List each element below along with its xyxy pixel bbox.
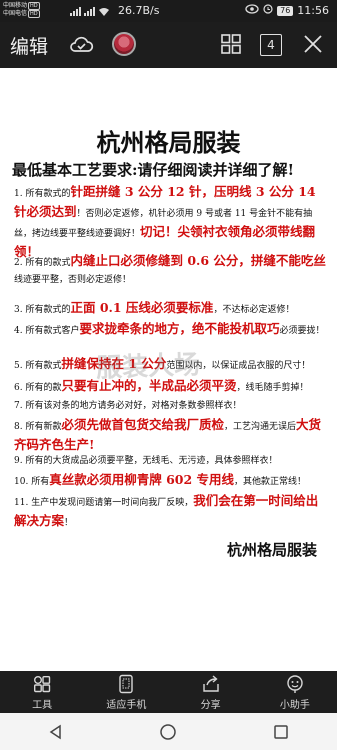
item-text: 生产中发现问题请第一时间向我厂反映，	[31, 498, 194, 508]
item-number: 3.	[14, 305, 23, 315]
carrier-1: 中国移动	[3, 2, 28, 9]
item-text: 所有该对条的地方请务必对好，对格对条数参照样衣！	[25, 401, 242, 411]
eye-icon	[245, 4, 259, 17]
cloud-sync-icon[interactable]	[68, 32, 94, 58]
fit-phone-icon	[119, 674, 134, 693]
requirement-item: 11. 生产中发现问题请第一时间向我厂反映，我们会在第一时间给出解决方案！	[14, 492, 328, 532]
item-text: 所有款式客户	[25, 326, 80, 336]
home-icon[interactable]	[148, 719, 188, 745]
toolbar-label: 分享	[200, 699, 221, 711]
hd-badge: HD	[28, 2, 40, 10]
item-text: 所有的款	[25, 383, 62, 393]
toolbar-label: 适应手机	[106, 699, 147, 711]
item-number: 11.	[14, 498, 29, 508]
signal-icon	[70, 6, 110, 18]
requirement-item: 6. 所有的款只要有止冲的，半成品必须平烫，线毛随手剪掉！	[14, 377, 328, 397]
item-text: 所有的款式	[25, 258, 71, 268]
page-number: 4	[267, 38, 275, 52]
item-text: 范围以内，以保证成品衣服的尺寸！	[166, 361, 311, 371]
item-text: 所有款式	[25, 361, 62, 371]
assistant-icon	[287, 674, 303, 693]
requirement-item: 10. 所有真丝款必须用柳青牌 602 专用线，其他款正常线！	[14, 471, 328, 491]
item-emphasis: 拼缝保持在 1 公分	[61, 356, 167, 371]
share-icon	[202, 674, 219, 692]
requirement-item: 9. 所有的大货成品必须要平整，无线毛、无污迹，具体参照样衣！	[14, 453, 328, 470]
item-text: ，其他款正常线！	[234, 477, 307, 487]
requirement-item: 7. 所有该对条的地方请务必对好，对格对条数参照样衣！	[14, 398, 328, 415]
system-nav-bar	[0, 713, 337, 750]
item-text: 必须要拢！	[279, 326, 325, 336]
network-speed: 26.7B/s	[118, 4, 160, 17]
item-text: ！	[64, 518, 74, 528]
item-text: 所有的大货成品必须要平整，无线毛、无污迹，具体参照样衣！	[25, 456, 278, 466]
item-number: 7.	[14, 401, 23, 411]
grid-view-icon[interactable]	[219, 32, 245, 58]
item-text: ，线毛随手剪掉！	[236, 383, 309, 393]
item-number: 5.	[14, 361, 23, 371]
requirement-item: 1. 所有款式的针距拼缝 3 公分 12 针，压明线 3 公分 14 针必须达到…	[14, 183, 328, 263]
assistant-button[interactable]: 小助手	[253, 671, 337, 713]
requirement-item: 3. 所有款式的正面 0.1 压线必须要标准，不达标必定返修！	[14, 299, 328, 319]
requirement-item: 5. 所有款式拼缝保持在 1 公分范围以内，以保证成品衣服的尺寸！	[14, 355, 328, 375]
battery-indicator: 76	[277, 5, 294, 16]
item-number: 4.	[14, 326, 23, 336]
item-number: 8.	[14, 422, 23, 432]
edit-button[interactable]: 编辑	[10, 32, 48, 59]
back-icon[interactable]	[36, 719, 76, 745]
tools-button[interactable]: 工具	[0, 671, 84, 713]
item-text: 所有款式的	[25, 305, 71, 315]
toolbar-label: 小助手	[279, 699, 310, 711]
user-avatar[interactable]	[112, 32, 136, 56]
document-footer: 杭州格局服装	[226, 541, 317, 559]
item-number: 9.	[14, 456, 23, 466]
document-subtitle: 最低基本工艺要求:请仔细阅读并详细了解!	[12, 161, 295, 179]
fit-phone-button[interactable]: 适应手机	[84, 671, 168, 713]
item-number: 1.	[14, 189, 23, 199]
bottom-toolbar: 工具 适应手机 分享 小助手	[0, 671, 337, 713]
item-text: ，不达标必定返修！	[213, 305, 295, 315]
item-emphasis: 真丝款必须用柳青牌 602 专用线	[49, 472, 235, 487]
item-emphasis: 要求拢牵条的地方，绝不能投机取巧	[79, 321, 280, 336]
document-viewport[interactable]: 杭州格局服装 最低基本工艺要求:请仔细阅读并详细了解! 1. 所有款式的针距拼缝…	[0, 68, 337, 671]
item-number: 6.	[14, 383, 23, 393]
requirement-item: 4. 所有款式客户要求拢牵条的地方，绝不能投机取巧必须要拢！	[14, 320, 328, 340]
app-bar: 编辑 4	[0, 22, 337, 68]
item-text: ，工艺沟通无误后	[224, 422, 297, 432]
item-text: 线迹要平整，否则必定返修！	[14, 275, 132, 285]
alarm-icon	[263, 4, 273, 17]
document-title: 杭州格局服装	[96, 128, 241, 157]
status-right: 76 11:56	[245, 4, 329, 17]
item-text: 所有新款	[25, 422, 62, 432]
item-text: 所有	[31, 477, 50, 487]
item-number: 2.	[14, 258, 23, 268]
status-bar: 中国移动 HD 中国电信 HD 26.7B/s 76 11:56	[0, 0, 337, 22]
item-emphasis: 必须先做首包货交给我厂质检	[61, 417, 224, 432]
item-number: 10.	[14, 477, 29, 487]
requirement-item: 8. 所有新款必须先做首包货交给我厂质检，工艺沟通无误后大货齐码齐色生产!	[14, 416, 328, 456]
carrier-2: 中国电信	[3, 10, 28, 17]
carrier-labels: 中国移动 HD 中国电信 HD	[3, 2, 40, 18]
document-page: 杭州格局服装 最低基本工艺要求:请仔细阅读并详细了解! 1. 所有款式的针距拼缝…	[0, 68, 337, 671]
share-button[interactable]: 分享	[169, 671, 253, 713]
requirement-item: 2. 所有的款式内缝止口必须修缝到 0.6 公分，拼缝不能吃丝线迹要平整，否则必…	[14, 252, 328, 289]
item-emphasis: 只要有止冲的，半成品必须平烫	[61, 378, 237, 393]
item-text: 所有款式的	[25, 189, 71, 199]
close-icon[interactable]	[301, 32, 327, 58]
clock: 11:56	[297, 4, 329, 17]
hd-badge-2: HD	[28, 10, 40, 18]
item-emphasis: 正面 0.1 压线必须要标准	[70, 300, 214, 315]
page-counter-button[interactable]: 4	[260, 34, 282, 56]
tools-icon	[34, 675, 51, 692]
toolbar-label: 工具	[32, 699, 53, 711]
item-emphasis: 内缝止口必须修缝到 0.6 公分，拼缝不能吃丝	[70, 253, 326, 268]
recents-icon[interactable]	[261, 719, 301, 745]
